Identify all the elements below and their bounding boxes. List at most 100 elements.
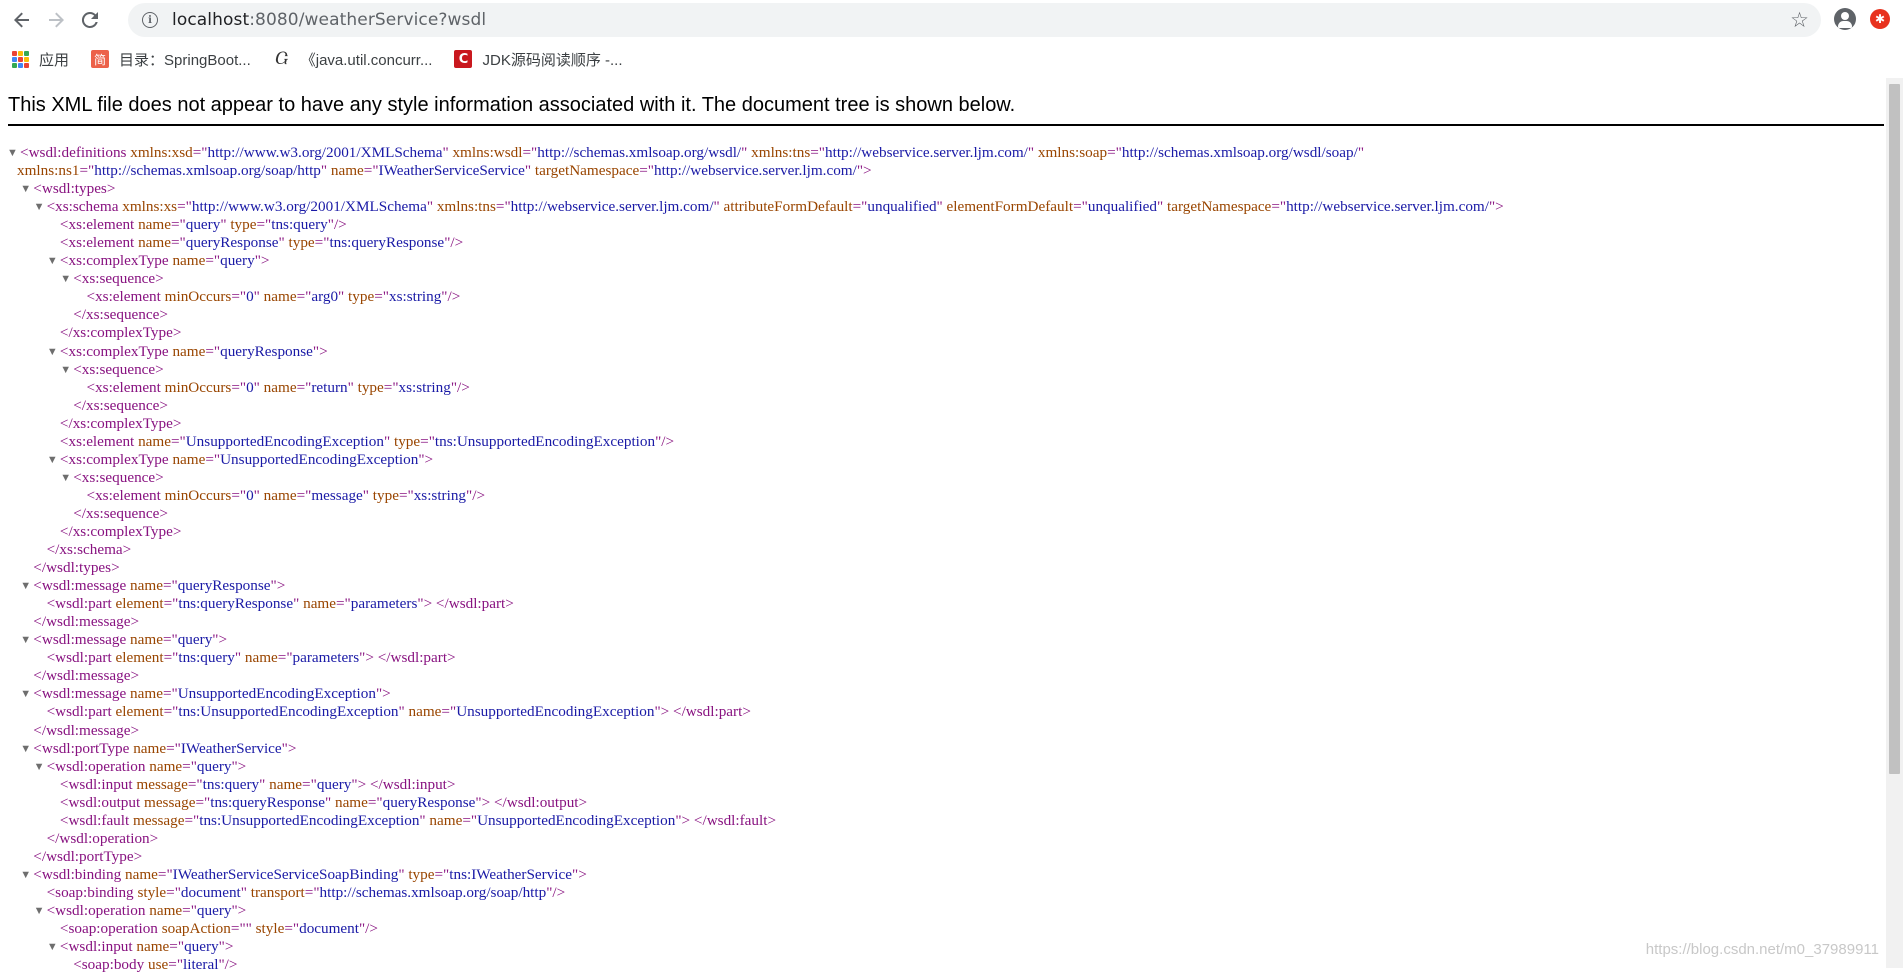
- xml-tree-line: <wsdl:part element="tns:query" name="par…: [7, 649, 1877, 667]
- collapse-triangle-icon[interactable]: ▼: [34, 758, 47, 776]
- xml-tag-name: xs:element: [95, 288, 161, 306]
- bookmark-java-util-concurrent[interactable]: Ⴚ 《java.util.concurr...: [261, 45, 443, 73]
- xml-tree-line: ▼ <xs:complexType name="queryResponse">: [7, 343, 1877, 361]
- xml-tree-line: ▼ <wsdl:operation name="query">: [7, 758, 1877, 776]
- xml-tree-line: <xs:element name="queryResponse" type="t…: [7, 234, 1877, 252]
- xml-tree-line: ▼ <wsdl:portType name="IWeatherService">: [7, 740, 1877, 758]
- xml-tree-line: </wsdl:portType>: [7, 848, 1877, 866]
- xml-punct: ": [426, 198, 437, 216]
- xml-tree-line: ▼ <wsdl:input name="query">: [7, 938, 1877, 956]
- xml-tag-name: xs:complexType: [68, 252, 169, 270]
- profile-avatar-icon[interactable]: [1834, 8, 1856, 30]
- collapse-triangle-icon[interactable]: ▼: [20, 631, 33, 649]
- xml-attr-name: type: [230, 216, 257, 234]
- site-info-icon[interactable]: i: [142, 12, 158, 28]
- xml-attr-name: xmlns:wsdl: [452, 144, 523, 161]
- collapse-triangle-icon[interactable]: ▼: [60, 469, 73, 487]
- xml-attr-value: http://schemas.xmlsoap.org/soap/http: [319, 883, 547, 901]
- bookmark-springboot[interactable]: 简 目录：SpringBoot...: [79, 45, 261, 73]
- xml-punct: >: [133, 847, 143, 865]
- collapse-triangle-icon[interactable]: ▼: [60, 270, 73, 288]
- xml-tag-name: wsdl:part: [55, 649, 112, 667]
- url-text[interactable]: localhost:8080/weatherService?wsdl: [172, 10, 486, 30]
- xml-punct: =": [398, 486, 414, 504]
- xml-punct: "/>: [327, 216, 347, 234]
- xml-tag-name: wsdl:input: [68, 938, 133, 956]
- collapse-triangle-icon[interactable]: ▼: [20, 866, 33, 884]
- xml-attr-value: 0: [246, 486, 254, 504]
- xml-punct: =": [231, 378, 247, 396]
- xml-attr-value: document: [180, 883, 241, 901]
- xml-punct: </: [59, 414, 73, 432]
- xml-attr-name: message: [133, 811, 185, 829]
- xml-punct: =": [184, 811, 200, 829]
- bookmark-star-icon[interactable]: ☆: [1790, 8, 1809, 32]
- xml-document-tree: ▼ <wsdl:definitions xmlns:xsd="http://www…: [7, 144, 1877, 974]
- xml-attr-name: name: [133, 739, 167, 757]
- xml-punct: ": [398, 865, 409, 883]
- bookmark-apps[interactable]: 应用: [0, 45, 79, 73]
- xml-attr-name: name: [125, 865, 158, 883]
- xml-punct: >: [122, 541, 132, 559]
- collapse-triangle-icon[interactable]: ▼: [34, 902, 47, 920]
- collapse-triangle-icon[interactable]: ▼: [20, 577, 33, 595]
- xml-tag-name: wsdl:input: [382, 775, 447, 793]
- xml-tag-name: xs:element: [68, 216, 135, 234]
- collapse-triangle-icon[interactable]: ▼: [20, 180, 33, 198]
- xml-attr-value: queryResponse: [382, 793, 476, 811]
- reload-icon: [81, 11, 98, 28]
- collapse-triangle-icon[interactable]: ▼: [47, 451, 60, 469]
- xml-tag-name: xs:complexType: [72, 522, 173, 540]
- xml-punct: <: [73, 468, 82, 486]
- xml-punct: =": [170, 432, 186, 450]
- collapse-triangle-icon[interactable]: ▼: [34, 198, 47, 216]
- xml-tag-name: xs:complexType: [68, 342, 169, 360]
- back-button[interactable]: [8, 6, 36, 34]
- xml-attr-value: http://schemas.xmlsoap.org/soap/http: [94, 162, 321, 180]
- xml-punct: =": [162, 631, 178, 649]
- jianshu-favicon-icon: 简: [91, 50, 110, 68]
- xml-attr-value: literal: [183, 956, 219, 974]
- vertical-scrollbar[interactable]: [1886, 78, 1903, 968]
- scrollbar-thumb[interactable]: [1889, 84, 1900, 774]
- xml-tree-line: <xs:element minOccurs="0" name="message"…: [7, 487, 1877, 505]
- collapse-triangle-icon[interactable]: ▼: [20, 740, 33, 758]
- xml-punct: ": [1357, 144, 1365, 161]
- xml-attr-name: name: [244, 649, 278, 667]
- collapse-triangle-icon[interactable]: ▼: [47, 938, 60, 956]
- xml-attr-value: http://schemas.xmlsoap.org/wsdl/soap/: [1121, 144, 1358, 161]
- reload-button[interactable]: [76, 6, 104, 34]
- bookmark-jdk-source[interactable]: C JDK源码阅读顺序 -...: [442, 45, 632, 73]
- collapse-triangle-icon[interactable]: ▼: [20, 685, 33, 703]
- xml-punct: <: [33, 180, 42, 198]
- xml-punct: =": [277, 649, 293, 667]
- xml-tag-name: xs:sequence: [85, 504, 160, 522]
- xml-punct: <: [46, 198, 56, 216]
- xml-tree-line: <soap:binding style="document" transport…: [7, 884, 1877, 902]
- xml-punct: ">: [231, 757, 247, 775]
- xml-punct: =": [170, 216, 186, 234]
- xml-tree-line: <wsdl:output message="tns:queryResponse"…: [7, 794, 1877, 812]
- xml-attr-name: name: [172, 342, 206, 360]
- xml-tag-name: xs:element: [95, 486, 161, 504]
- address-bar[interactable]: i localhost:8080/weatherService?wsdl ☆: [128, 3, 1821, 37]
- xml-attr-value: 0: [246, 288, 254, 306]
- xml-punct: ": [398, 703, 409, 721]
- xml-tag-name: wsdl:output: [506, 793, 579, 811]
- xml-attr-name: type: [348, 288, 375, 306]
- collapse-triangle-icon[interactable]: ▼: [7, 144, 20, 162]
- collapse-triangle-icon[interactable]: ▼: [47, 252, 60, 270]
- collapse-triangle-icon[interactable]: ▼: [60, 361, 73, 379]
- xml-punct: <: [46, 595, 56, 613]
- xml-punct: ">: [281, 739, 297, 757]
- xml-punct: ": [240, 883, 251, 901]
- xml-punct: "/>: [358, 920, 378, 938]
- xml-punct: >: [159, 504, 168, 522]
- xml-tag-name: xs:sequence: [81, 270, 156, 288]
- xml-punct: =": [166, 883, 181, 901]
- xml-tag-name: wsdl:part: [685, 703, 743, 721]
- collapse-triangle-icon[interactable]: ▼: [47, 343, 60, 361]
- xml-punct: =": [367, 793, 383, 811]
- forward-button[interactable]: [42, 6, 70, 34]
- extension-icon[interactable]: ✱: [1870, 9, 1890, 29]
